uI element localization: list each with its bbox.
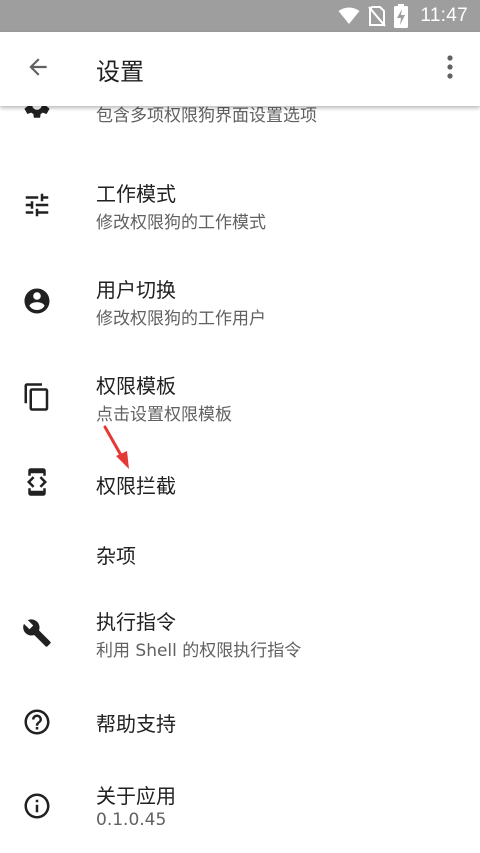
- settings-category-title: 杂项: [96, 544, 136, 568]
- settings-item-title: 关于应用: [96, 784, 176, 808]
- wrench-icon: [20, 616, 54, 650]
- settings-item-subtitle: 利用 Shell 的权限执行指令: [96, 641, 302, 661]
- settings-item-subtitle: 点击设置权限模板: [96, 405, 232, 425]
- wifi-icon: [338, 7, 360, 25]
- settings-list: 包含多项权限狗界面设置选项 工作模式 修改权限狗的工作模式 用户切换 修改权限狗…: [0, 106, 480, 853]
- developer-mode-icon: [20, 465, 54, 499]
- settings-item-user-switch[interactable]: 用户切换 修改权限狗的工作用户: [0, 262, 480, 344]
- settings-item-title: 执行指令: [96, 610, 176, 634]
- page-title: 设置: [96, 58, 144, 86]
- back-button[interactable]: [14, 45, 62, 93]
- settings-item-interface[interactable]: 包含多项权限狗界面设置选项: [0, 106, 480, 142]
- more-vert-icon: [446, 54, 454, 84]
- status-time: 11:47: [420, 5, 468, 26]
- settings-item-exec-command[interactable]: 执行指令 利用 Shell 的权限执行指令: [0, 594, 480, 676]
- battery-charging-icon: [394, 4, 409, 28]
- annotation-arrow: [103, 425, 129, 469]
- settings-item-subtitle: 修改权限狗的工作用户: [96, 309, 266, 329]
- settings-item-title: 权限模板: [96, 374, 176, 398]
- no-sim-icon: [368, 5, 387, 27]
- settings-item-permission-template[interactable]: 权限模板 点击设置权限模板: [0, 358, 480, 440]
- tune-icon: [20, 188, 54, 222]
- settings-item-permission-intercept[interactable]: 权限拦截: [0, 450, 480, 514]
- content-copy-icon: [20, 380, 54, 414]
- settings-item-help[interactable]: 帮助支持: [0, 690, 480, 754]
- settings-item-about[interactable]: 关于应用 0.1.0.45: [0, 770, 480, 852]
- settings-item-title: 用户切换: [96, 278, 176, 302]
- settings-item-subtitle: 包含多项权限狗界面设置选项: [96, 106, 317, 126]
- info-circle-icon: [20, 789, 54, 823]
- settings-item-work-mode[interactable]: 工作模式 修改权限狗的工作模式: [0, 166, 480, 248]
- settings-item-subtitle: 0.1.0.45: [96, 810, 167, 830]
- app-bar: 设置: [0, 32, 480, 106]
- settings-item-title: 权限拦截: [96, 474, 176, 498]
- settings-item-title: 帮助支持: [96, 712, 176, 736]
- settings-item-subtitle: 修改权限狗的工作模式: [96, 213, 266, 233]
- overflow-menu-button[interactable]: [430, 45, 470, 93]
- account-circle-icon: [20, 284, 54, 318]
- arrow-back-icon: [25, 54, 51, 84]
- settings-gear-icon: [20, 106, 54, 122]
- status-bar: 11:47: [0, 0, 480, 32]
- help-circle-icon: [20, 705, 54, 739]
- settings-item-title: 工作模式: [96, 182, 176, 206]
- settings-category-misc: 杂项: [0, 524, 480, 580]
